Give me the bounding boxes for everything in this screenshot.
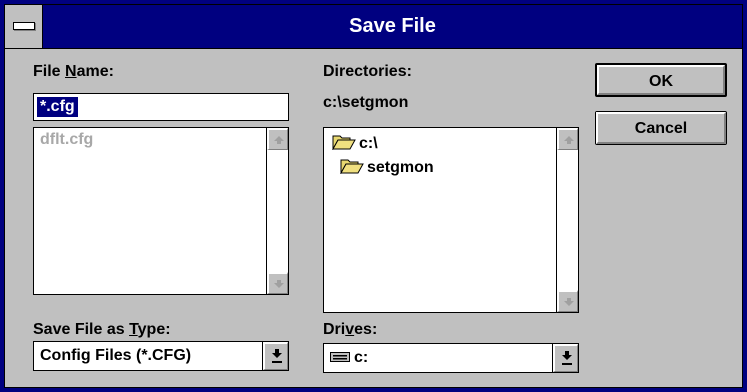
open-folder-icon bbox=[332, 135, 356, 151]
down-arrow-icon bbox=[274, 280, 284, 288]
dialog-frame: Save File File Name: *.cfg dflt.cfg Dire… bbox=[0, 0, 747, 392]
directory-list-scroll-up-button[interactable] bbox=[557, 128, 578, 150]
current-directory-path: c:\setgmon bbox=[323, 94, 409, 111]
directory-list-scroll-down-button[interactable] bbox=[557, 290, 578, 312]
system-menu-button[interactable] bbox=[5, 5, 43, 48]
down-arrow-underline-icon bbox=[272, 349, 282, 363]
file-type-label: Save File as Type: bbox=[33, 321, 171, 338]
directory-item-root[interactable]: c:\ bbox=[332, 134, 378, 153]
file-list[interactable]: dflt.cfg bbox=[33, 127, 289, 295]
file-list-scroll-up-button[interactable] bbox=[267, 128, 288, 150]
file-type-dropdown[interactable]: Config Files (*.CFG) bbox=[33, 341, 289, 371]
dialog-title: Save File bbox=[349, 15, 436, 37]
down-arrow-underline-icon bbox=[562, 351, 572, 365]
file-list-scroll-down-button[interactable] bbox=[267, 272, 288, 294]
file-type-dropdown-button[interactable] bbox=[262, 342, 288, 370]
cancel-button[interactable]: Cancel bbox=[595, 111, 727, 145]
save-file-dialog: Save File File Name: *.cfg dflt.cfg Dire… bbox=[4, 4, 743, 388]
directory-item-setgmon[interactable]: setgmon bbox=[340, 158, 434, 177]
up-arrow-icon bbox=[274, 136, 284, 144]
title-bar[interactable]: Save File bbox=[5, 5, 742, 49]
file-name-label: File Name: bbox=[33, 63, 114, 80]
drives-dropdown[interactable]: c: bbox=[323, 343, 579, 373]
file-type-selected: Config Files (*.CFG) bbox=[40, 347, 192, 364]
drives-dropdown-button[interactable] bbox=[552, 344, 578, 372]
directories-label: Directories: bbox=[323, 63, 412, 80]
directory-list[interactable]: c:\ setgmon bbox=[323, 127, 579, 313]
open-folder-icon bbox=[340, 159, 364, 175]
drives-selected: c: bbox=[330, 344, 368, 372]
ok-button[interactable]: OK bbox=[595, 63, 727, 97]
drives-label: Drives: bbox=[323, 321, 378, 338]
down-arrow-icon bbox=[564, 298, 574, 306]
system-menu-icon bbox=[13, 22, 35, 30]
file-list-scrollbar[interactable] bbox=[266, 128, 288, 294]
directory-list-scrollbar[interactable] bbox=[556, 128, 578, 312]
up-arrow-icon bbox=[564, 136, 574, 144]
file-name-selected-text[interactable]: *.cfg bbox=[37, 97, 78, 117]
drive-icon bbox=[330, 352, 350, 362]
file-list-item[interactable]: dflt.cfg bbox=[40, 131, 93, 149]
file-name-input[interactable]: *.cfg bbox=[33, 93, 289, 121]
